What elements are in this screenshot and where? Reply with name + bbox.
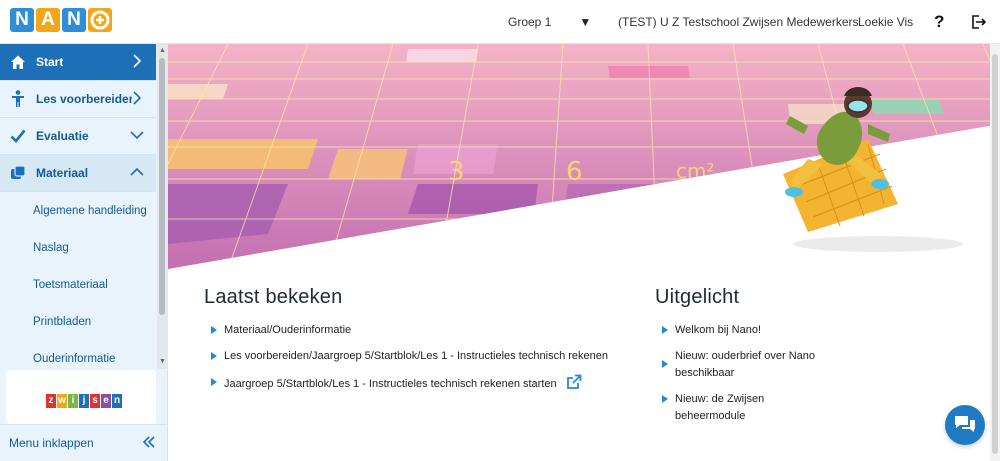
hero-tile-label: 6 <box>566 157 583 187</box>
sidebar-item-label: Start <box>36 55 64 69</box>
sidebar-subitem-toetsmateriaal[interactable]: Toetsmateriaal <box>0 266 156 303</box>
caret-down-icon: ▼ <box>579 15 592 29</box>
chevron-down-icon <box>130 128 144 145</box>
sidebar-item-les-voorbereiden[interactable]: Les voorbereiden <box>0 81 156 118</box>
top-bar: N A N Groep 1 ▼ (TEST) U Z Testschool Zw… <box>0 0 1000 44</box>
list-item[interactable]: Nieuw: de Zwijsen beheermodule <box>655 391 835 425</box>
external-link-icon[interactable] <box>566 374 582 396</box>
recent-list: Materiaal/Ouderinformatie Les voorbereid… <box>204 322 644 396</box>
sidebar-menu: Start Les voorbereiden Evaluatie Materia… <box>0 44 156 369</box>
person-icon <box>0 90 36 108</box>
sidebar-item-materiaal[interactable]: Materiaal <box>0 155 156 192</box>
featured-title: Uitgelicht <box>655 286 740 308</box>
brand-letter: e <box>101 394 111 408</box>
featured-link[interactable]: Nieuw: de Zwijsen beheermodule <box>675 393 764 422</box>
hero-tile-label: 3 <box>448 157 465 187</box>
brand-letter: n <box>112 394 122 408</box>
sidebar-item-label: Evaluatie <box>36 129 89 143</box>
scrollbar-thumb[interactable] <box>159 58 165 315</box>
list-item[interactable]: Les voorbereiden/Jaargroep 5/Startblok/L… <box>204 348 644 365</box>
list-item[interactable]: Materiaal/Ouderinformatie <box>204 322 644 339</box>
menu-collapse-label: Menu inklappen <box>9 436 94 450</box>
sidebar: Start Les voorbereiden Evaluatie Materia… <box>0 44 168 461</box>
hero-illustration: 3 6 cm² <box>168 44 1000 269</box>
sidebar-scrollbar[interactable]: ▲ ▼ <box>157 44 168 369</box>
scroll-down-icon[interactable]: ▼ <box>158 357 167 366</box>
sidebar-subitem-ouderinformatie[interactable]: Ouderinformatie <box>0 340 156 369</box>
page-scrollbar[interactable] <box>990 44 1000 461</box>
bullet-triangle-icon <box>211 352 217 360</box>
sidebar-item-evaluatie[interactable]: Evaluatie <box>0 118 156 155</box>
copies-icon <box>0 165 36 181</box>
logo-letter: N <box>10 8 34 32</box>
user-name[interactable]: Loekie Vis <box>858 0 913 44</box>
featured-link[interactable]: Nieuw: ouderbrief over Nano beschikbaar <box>675 350 815 379</box>
brand-letter: s <box>90 394 100 408</box>
bullet-triangle-icon <box>662 395 668 403</box>
menu-collapse-button[interactable]: Menu inklappen <box>0 424 168 461</box>
scrollbar-thumb[interactable] <box>992 54 998 454</box>
list-item[interactable]: Nieuw: ouderbrief over Nano beschikbaar <box>655 348 835 382</box>
group-select-value: Groep 1 <box>508 15 552 29</box>
bullet-triangle-icon <box>662 326 668 334</box>
sidebar-subitem-printbladen[interactable]: Printbladen <box>0 303 156 340</box>
bullet-triangle-icon <box>662 360 668 368</box>
list-item[interactable]: Jaargroep 5/Startblok/Les 1 - Instructie… <box>204 374 644 396</box>
logout-button[interactable] <box>970 0 986 44</box>
recent-title: Laatst bekeken <box>204 286 343 308</box>
featured-list: Welkom bij Nano! Nieuw: ouderbrief over … <box>655 322 835 425</box>
chevron-up-icon <box>130 165 144 182</box>
hero-banner: 3 6 cm² <box>168 44 1000 269</box>
brand-letter: i <box>68 394 78 408</box>
home-icon <box>0 54 36 70</box>
scroll-up-icon[interactable]: ▲ <box>158 46 167 55</box>
sidebar-item-label: Les voorbereiden <box>36 92 132 106</box>
recent-link[interactable]: Les voorbereiden/Jaargroep 5/Startblok/L… <box>224 350 608 362</box>
logo-letter-plus <box>88 8 112 32</box>
school-name[interactable]: (TEST) U Z Testschool Zwijsen Medewerker… <box>618 0 859 44</box>
brand-letter: j <box>79 394 89 408</box>
logout-icon <box>972 15 986 29</box>
sidebar-item-label: Materiaal <box>36 166 89 180</box>
double-chevron-left-icon <box>142 435 156 452</box>
sidebar-subitem-naslag[interactable]: Naslag <box>0 229 156 266</box>
help-button[interactable]: ? <box>934 0 944 44</box>
featured-link[interactable]: Welkom bij Nano! <box>675 324 761 336</box>
nano-logo[interactable]: N A N <box>10 8 112 32</box>
chevron-right-icon <box>130 91 144 108</box>
recent-link[interactable]: Materiaal/Ouderinformatie <box>224 324 351 336</box>
chevron-right-icon <box>130 54 144 71</box>
sidebar-subitem-algemene-handleiding[interactable]: Algemene handleiding <box>0 192 156 229</box>
chat-button[interactable] <box>945 405 985 445</box>
bullet-triangle-icon <box>211 326 217 334</box>
recent-link[interactable]: Jaargroep 5/Startblok/Les 1 - Instructie… <box>224 378 557 390</box>
group-select[interactable]: Groep 1 ▼ <box>508 0 591 44</box>
brand-letter: z <box>46 394 56 408</box>
brand-card: z w i j s e n <box>6 370 156 424</box>
bullet-triangle-icon <box>211 378 217 386</box>
check-icon <box>0 128 36 144</box>
logo-letter: A <box>36 8 60 32</box>
list-item[interactable]: Welkom bij Nano! <box>655 322 835 339</box>
brand-letter: w <box>57 394 67 408</box>
zwijsen-logo[interactable]: z w i j s e n <box>46 394 122 408</box>
chat-bubbles-icon <box>955 416 975 432</box>
logo-letter: N <box>62 8 86 32</box>
sidebar-item-start[interactable]: Start <box>0 44 156 81</box>
